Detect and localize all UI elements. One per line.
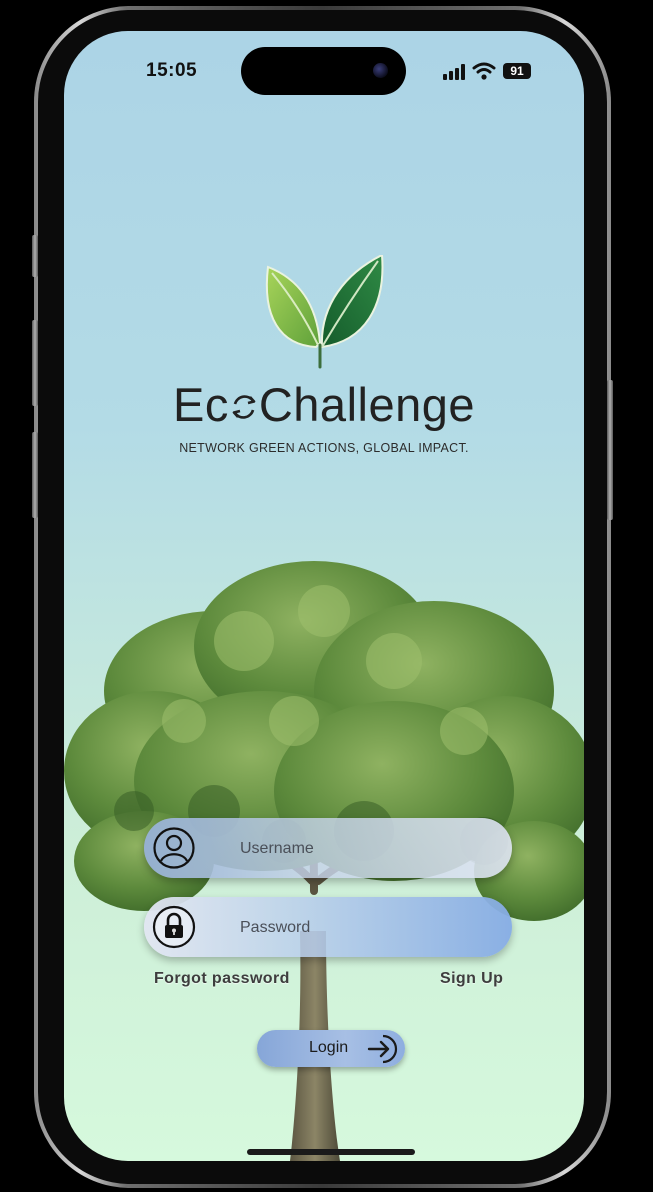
arrow-right-icon (367, 1034, 398, 1064)
home-indicator[interactable] (247, 1149, 415, 1155)
username-input[interactable] (238, 818, 502, 880)
login-label: Login (309, 1039, 349, 1056)
tagline: NETWORK GREEN ACTIONS, GLOBAL IMPACT. (179, 441, 469, 455)
app-logo-wordmark: Ec Challenge (64, 377, 584, 432)
login-screen: 15:05 91 Ec Challenge NETWORK GREEN ACTI… (64, 31, 584, 1161)
dynamic-island (241, 47, 406, 95)
recycle-icon (232, 395, 256, 419)
signal-icon (443, 64, 465, 80)
password-field[interactable] (144, 897, 512, 959)
login-button[interactable]: Login (257, 1030, 405, 1067)
logo-text-prefix: Ec (172, 378, 229, 431)
forgot-password-link[interactable]: Forgot password (154, 970, 290, 988)
password-input[interactable] (238, 897, 502, 959)
wifi-icon (472, 62, 496, 80)
action-button (32, 235, 38, 277)
volume-up-button (32, 320, 38, 406)
power-button (607, 380, 613, 520)
front-camera (373, 63, 388, 78)
logo-text-suffix: Challenge (258, 378, 476, 431)
status-icons: 91 (442, 62, 532, 82)
lock-icon (152, 905, 196, 949)
status-time: 15:05 (146, 60, 198, 81)
leaves-logo-icon (265, 255, 384, 369)
username-field[interactable] (144, 818, 512, 880)
volume-down-button (32, 432, 38, 518)
user-icon (153, 827, 195, 869)
sign-up-link[interactable]: Sign Up (440, 970, 503, 988)
battery-icon: 91 (503, 63, 531, 79)
